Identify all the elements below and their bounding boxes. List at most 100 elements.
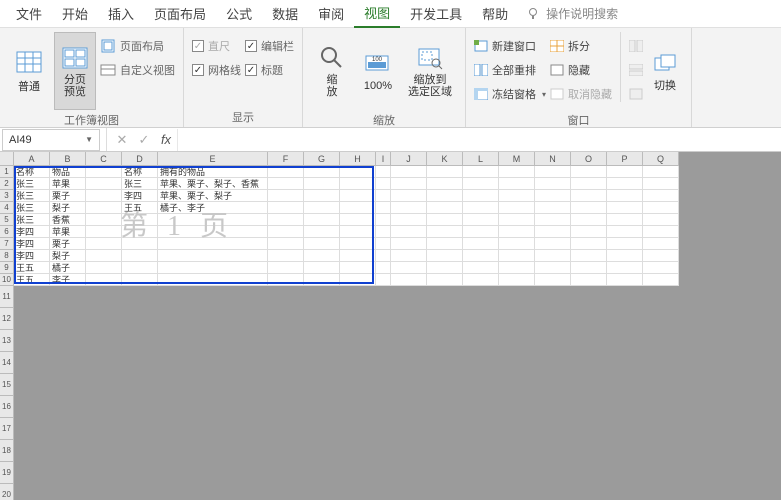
- cell[interactable]: [535, 178, 571, 190]
- cell[interactable]: 苹果、栗子、梨子: [158, 190, 268, 202]
- cell[interactable]: [571, 262, 607, 274]
- cell[interactable]: [607, 226, 643, 238]
- cell[interactable]: [643, 238, 679, 250]
- cell[interactable]: [158, 250, 268, 262]
- cell[interactable]: [122, 238, 158, 250]
- row-header[interactable]: 8: [0, 250, 14, 262]
- cell[interactable]: 张三: [14, 190, 50, 202]
- cell[interactable]: 张三: [14, 214, 50, 226]
- cell[interactable]: [304, 190, 340, 202]
- cell[interactable]: [643, 166, 679, 178]
- cell[interactable]: [268, 178, 304, 190]
- cell[interactable]: [391, 214, 427, 226]
- cell[interactable]: [463, 250, 499, 262]
- col-header[interactable]: P: [607, 152, 643, 166]
- cell[interactable]: [122, 226, 158, 238]
- cell[interactable]: [158, 214, 268, 226]
- cell[interactable]: [376, 250, 391, 262]
- cell[interactable]: 栗子: [50, 190, 86, 202]
- cell[interactable]: 李四: [14, 238, 50, 250]
- cell[interactable]: [499, 190, 535, 202]
- cell[interactable]: [643, 226, 679, 238]
- cell[interactable]: [427, 190, 463, 202]
- cell[interactable]: 王五: [14, 262, 50, 274]
- tab-file[interactable]: 文件: [6, 0, 52, 27]
- zoom-100-button[interactable]: 100 100%: [357, 32, 399, 110]
- row-header[interactable]: 3: [0, 190, 14, 202]
- spreadsheet-area[interactable]: ABCDEFGHIJKLMNOPQ 1234567891011121314151…: [0, 152, 781, 500]
- cell[interactable]: [158, 262, 268, 274]
- tell-me-label[interactable]: 操作说明搜索: [546, 5, 618, 22]
- split-button[interactable]: 拆分: [550, 36, 612, 56]
- row-header[interactable]: 7: [0, 238, 14, 250]
- cell[interactable]: [427, 178, 463, 190]
- cell[interactable]: [268, 214, 304, 226]
- hide-window-button[interactable]: 隐藏: [550, 60, 612, 80]
- checkbox-formulabar[interactable]: 编辑栏: [245, 36, 294, 56]
- cell[interactable]: [499, 202, 535, 214]
- cell[interactable]: [499, 262, 535, 274]
- cell[interactable]: [535, 238, 571, 250]
- tab-data[interactable]: 数据: [262, 0, 308, 27]
- cell[interactable]: [571, 178, 607, 190]
- cell[interactable]: [376, 274, 391, 286]
- cell[interactable]: [122, 262, 158, 274]
- col-header[interactable]: E: [158, 152, 268, 166]
- cell[interactable]: [376, 202, 391, 214]
- row-header[interactable]: 9: [0, 262, 14, 274]
- row-header[interactable]: 18: [0, 440, 14, 462]
- cell[interactable]: 李四: [14, 226, 50, 238]
- cell[interactable]: [571, 238, 607, 250]
- row-header[interactable]: 6: [0, 226, 14, 238]
- cell[interactable]: [391, 190, 427, 202]
- cell[interactable]: [643, 262, 679, 274]
- cell[interactable]: [499, 274, 535, 286]
- cell[interactable]: [607, 238, 643, 250]
- cell[interactable]: [499, 166, 535, 178]
- cell[interactable]: [158, 226, 268, 238]
- cell[interactable]: [643, 214, 679, 226]
- cell[interactable]: [391, 262, 427, 274]
- tab-formulas[interactable]: 公式: [216, 0, 262, 27]
- cell[interactable]: [535, 166, 571, 178]
- cell[interactable]: 苹果: [50, 226, 86, 238]
- cell[interactable]: [376, 190, 391, 202]
- row-header[interactable]: 12: [0, 308, 14, 330]
- checkbox-gridlines[interactable]: 网格线: [192, 60, 241, 80]
- cell[interactable]: [463, 238, 499, 250]
- tab-home[interactable]: 开始: [52, 0, 98, 27]
- cell[interactable]: [340, 214, 376, 226]
- cell[interactable]: [535, 262, 571, 274]
- row-headers[interactable]: 1234567891011121314151617181920212223242…: [0, 166, 14, 500]
- cell[interactable]: [304, 238, 340, 250]
- cell[interactable]: 橘子、李子: [158, 202, 268, 214]
- cell[interactable]: [268, 262, 304, 274]
- cell[interactable]: 王五: [14, 274, 50, 286]
- col-header[interactable]: A: [14, 152, 50, 166]
- col-header[interactable]: C: [86, 152, 122, 166]
- cell[interactable]: [304, 274, 340, 286]
- cell[interactable]: [427, 166, 463, 178]
- cell[interactable]: [427, 262, 463, 274]
- cell[interactable]: [427, 250, 463, 262]
- cell[interactable]: [86, 202, 122, 214]
- cell[interactable]: [463, 226, 499, 238]
- cell[interactable]: [535, 214, 571, 226]
- cell[interactable]: [86, 250, 122, 262]
- zoom-selection-button[interactable]: 缩放到 选定区域: [403, 32, 457, 110]
- cell[interactable]: 拥有的物品: [158, 166, 268, 178]
- cell[interactable]: [391, 250, 427, 262]
- row-header[interactable]: 19: [0, 462, 14, 484]
- cell[interactable]: 橘子: [50, 262, 86, 274]
- cell[interactable]: [571, 202, 607, 214]
- cell[interactable]: 张三: [14, 178, 50, 190]
- tab-pagelayout[interactable]: 页面布局: [144, 0, 216, 27]
- cell[interactable]: [607, 214, 643, 226]
- fx-icon[interactable]: fx: [155, 129, 177, 151]
- cell[interactable]: [391, 202, 427, 214]
- cell[interactable]: 名称: [14, 166, 50, 178]
- row-header[interactable]: 4: [0, 202, 14, 214]
- cell[interactable]: 香蕉: [50, 214, 86, 226]
- cell[interactable]: 李子: [50, 274, 86, 286]
- cell[interactable]: [463, 202, 499, 214]
